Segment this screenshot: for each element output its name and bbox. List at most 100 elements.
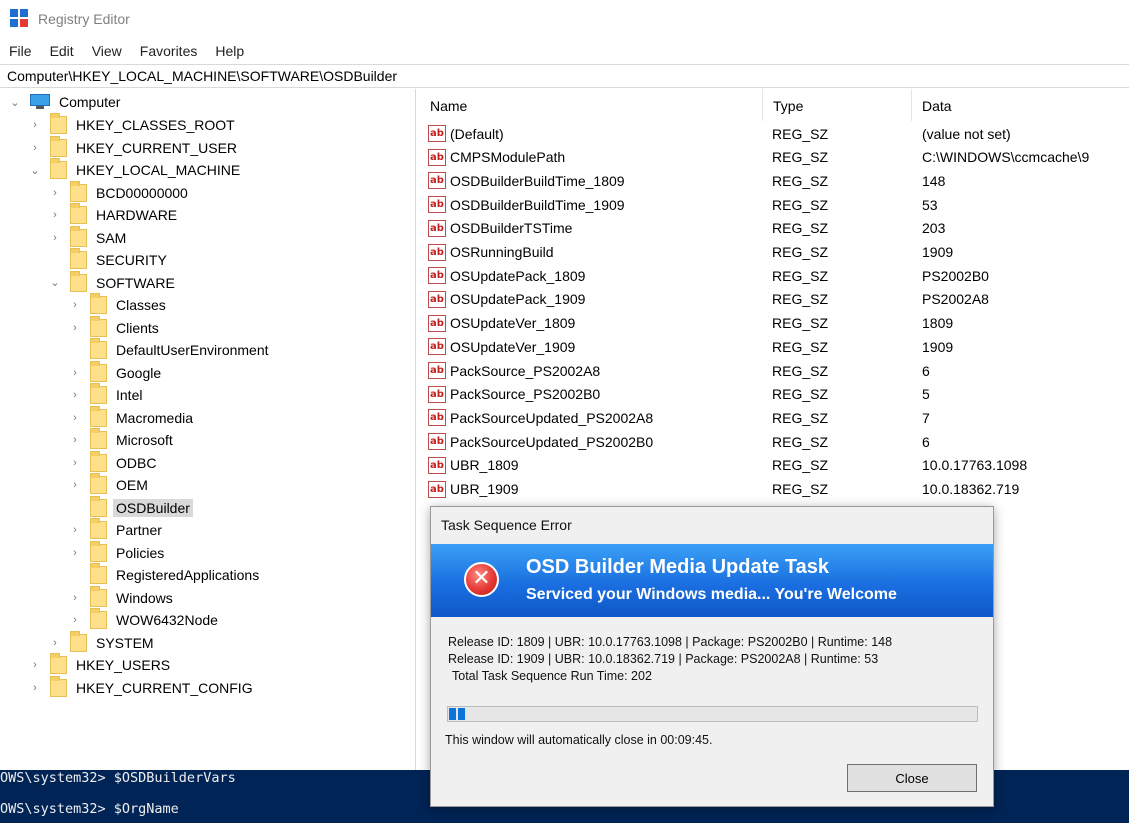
tree-item-hardware[interactable]: › HARDWARE bbox=[49, 203, 180, 226]
chevron-right-icon[interactable]: › bbox=[69, 614, 81, 626]
chevron-right-icon[interactable]: › bbox=[29, 682, 41, 694]
column-header-name[interactable]: Name bbox=[420, 89, 763, 121]
value-row[interactable]: ab UBR_1909 REG_SZ 10.0.18362.719 bbox=[420, 478, 1129, 501]
chevron-right-icon[interactable]: › bbox=[69, 592, 81, 604]
tree-item-system[interactable]: › SYSTEM bbox=[49, 630, 157, 654]
chevron-right-icon[interactable]: › bbox=[29, 142, 41, 154]
tree-item-hkey_current_user[interactable]: › HKEY_CURRENT_USER bbox=[29, 135, 240, 159]
tree-item-windows[interactable]: › Windows bbox=[69, 585, 176, 609]
tree-item-bcd00000000[interactable]: › BCD00000000 bbox=[49, 180, 191, 204]
tree-item-classes[interactable]: › Classes bbox=[69, 293, 169, 316]
chevron-right-icon[interactable]: › bbox=[49, 232, 61, 244]
chevron-right-icon[interactable]: › bbox=[69, 367, 81, 379]
tree-item-wow6432node[interactable]: › WOW6432Node bbox=[69, 608, 221, 631]
tree-pane[interactable]: ⌄ Computer › HKEY_CLASSES_ROOT › HKEY_CURRE… bbox=[0, 89, 416, 770]
value-row[interactable]: ab PackSourceUpdated_PS2002B0 REG_SZ 6 bbox=[420, 430, 1129, 453]
tree-item-osdbuilder[interactable]: OSDBuilder bbox=[69, 495, 193, 519]
value-row[interactable]: ab OSUpdatePack_1809 REG_SZ PS2002B0 bbox=[420, 264, 1129, 287]
value-row[interactable]: ab CMPSModulePath REG_SZ C:\WINDOWS\ccmcach… bbox=[420, 146, 1129, 169]
chevron-right-icon[interactable]: › bbox=[29, 659, 41, 671]
chevron-right-icon[interactable]: › bbox=[69, 322, 81, 334]
tree-item-partner[interactable]: › Partner bbox=[69, 518, 165, 541]
tree-item-microsoft[interactable]: › Microsoft bbox=[69, 428, 176, 451]
tree-item-registeredapplications[interactable]: RegisteredApplications bbox=[69, 563, 262, 586]
tree-item-macromedia[interactable]: › Macromedia bbox=[69, 405, 196, 429]
value-data: 5 bbox=[922, 386, 930, 403]
chevron-right-icon[interactable]: › bbox=[49, 637, 61, 649]
value-row[interactable]: ab OSUpdateVer_1809 REG_SZ 1809 bbox=[420, 312, 1129, 335]
value-row[interactable]: ab PackSource_PS2002A8 REG_SZ 6 bbox=[420, 359, 1129, 382]
tree-label: HKEY_LOCAL_MACHINE bbox=[76, 162, 241, 178]
value-row[interactable]: ab OSUpdateVer_1909 REG_SZ 1909 bbox=[420, 335, 1129, 358]
menu-edit[interactable]: Edit bbox=[50, 43, 74, 59]
value-row[interactable]: ab PackSource_PS2002B0 REG_SZ 5 bbox=[420, 383, 1129, 406]
chevron-right-icon[interactable]: › bbox=[49, 209, 61, 221]
tree-item-sam[interactable]: › SAM bbox=[49, 225, 129, 249]
value-row[interactable]: ab OSRunningBuild REG_SZ 1909 bbox=[420, 241, 1129, 264]
chevron-right-icon[interactable]: › bbox=[69, 412, 81, 424]
value-row[interactable]: ab UBR_1809 REG_SZ 10.0.17763.1098 bbox=[420, 454, 1129, 477]
column-header-data[interactable]: Data bbox=[912, 89, 1129, 121]
value-row[interactable]: ab OSDBuilderBuildTime_1809 REG_SZ 148 bbox=[420, 169, 1129, 192]
chevron-right-icon[interactable]: › bbox=[69, 389, 81, 401]
chevron-right-icon[interactable]: › bbox=[49, 187, 61, 199]
value-row[interactable]: ab (Default) REG_SZ (value not set) bbox=[420, 122, 1129, 145]
chevron-down-icon[interactable]: ⌄ bbox=[9, 96, 21, 109]
tree-item-hkey_users[interactable]: › HKEY_USERS bbox=[29, 653, 173, 676]
menu-favorites[interactable]: Favorites bbox=[140, 43, 198, 59]
chevron-right-icon[interactable]: › bbox=[29, 119, 41, 131]
tree-item-defaultuserenvironment[interactable]: DefaultUserEnvironment bbox=[69, 338, 272, 361]
folder-icon bbox=[90, 585, 107, 607]
menu-view[interactable]: View bbox=[92, 43, 122, 59]
folder-icon bbox=[90, 563, 107, 584]
value-data: 203 bbox=[922, 220, 946, 237]
tree-item-software[interactable]: ⌄ SOFTWARE bbox=[49, 270, 178, 294]
tree-label: DefaultUserEnvironment bbox=[116, 342, 269, 358]
menu-file[interactable]: File bbox=[9, 43, 32, 59]
tree-item-security[interactable]: SECURITY bbox=[49, 248, 170, 271]
value-type: REG_SZ bbox=[772, 267, 829, 284]
column-header-type[interactable]: Type bbox=[763, 89, 912, 121]
tree-connector bbox=[49, 254, 61, 266]
value-row[interactable]: ab OSDBuilderTSTime REG_SZ 203 bbox=[420, 217, 1129, 240]
value-row[interactable]: ab OSDBuilderBuildTime_1909 REG_SZ 53 bbox=[420, 193, 1129, 216]
chevron-right-icon[interactable]: › bbox=[69, 524, 81, 536]
tree-item-hkey_local_machine[interactable]: ⌄ HKEY_LOCAL_MACHINE bbox=[29, 158, 243, 181]
value-type: REG_SZ bbox=[772, 220, 829, 237]
progress-block bbox=[458, 708, 465, 720]
menu-help[interactable]: Help bbox=[215, 43, 244, 59]
close-button[interactable]: Close bbox=[847, 764, 977, 792]
tree-label: Classes bbox=[116, 297, 166, 313]
tree-item-intel[interactable]: › Intel bbox=[69, 383, 145, 406]
tree-item-policies[interactable]: › Policies bbox=[69, 540, 167, 564]
tree-item-hkey_current_config[interactable]: › HKEY_CURRENT_CONFIG bbox=[29, 675, 256, 699]
tree-item-hkey_classes_root[interactable]: › HKEY_CLASSES_ROOT bbox=[29, 113, 238, 136]
chevron-down-icon[interactable]: ⌄ bbox=[49, 277, 61, 289]
address-bar[interactable]: Computer\HKEY_LOCAL_MACHINE\SOFTWARE\OSD… bbox=[0, 64, 1129, 88]
value-row[interactable]: ab PackSourceUpdated_PS2002A8 REG_SZ 7 bbox=[420, 406, 1129, 429]
tree-item-oem[interactable]: › OEM bbox=[69, 473, 151, 496]
tree-item-google[interactable]: › Google bbox=[69, 360, 164, 384]
tree-label: Google bbox=[116, 364, 162, 381]
chevron-right-icon[interactable]: › bbox=[69, 434, 81, 446]
tree-item-computer[interactable]: ⌄ Computer bbox=[9, 91, 123, 113]
dialog-banner: ✕ OSD Builder Media Update Task Serviced… bbox=[431, 544, 993, 617]
error-icon: ✕ bbox=[464, 562, 499, 597]
value-type: REG_SZ bbox=[772, 196, 829, 213]
chevron-right-icon[interactable]: › bbox=[69, 547, 81, 559]
value-data: 53 bbox=[922, 196, 938, 213]
chevron-down-icon[interactable]: ⌄ bbox=[29, 164, 41, 177]
chevron-right-icon[interactable]: › bbox=[69, 299, 81, 311]
chevron-right-icon[interactable]: › bbox=[69, 479, 81, 491]
folder-icon bbox=[50, 113, 67, 134]
tree-label: WOW6432Node bbox=[116, 612, 218, 628]
chevron-right-icon[interactable]: › bbox=[69, 457, 81, 469]
value-row[interactable]: ab OSUpdatePack_1909 REG_SZ PS2002A8 bbox=[420, 288, 1129, 311]
tree-item-clients[interactable]: › Clients bbox=[69, 315, 162, 339]
folder-icon bbox=[70, 225, 87, 247]
folder-icon bbox=[90, 293, 107, 314]
dialog-heading: OSD Builder Media Update Task bbox=[526, 556, 830, 578]
tree-label: Microsoft bbox=[116, 432, 173, 448]
value-name: UBR_1909 bbox=[450, 481, 519, 497]
tree-item-odbc[interactable]: › ODBC bbox=[69, 450, 159, 474]
